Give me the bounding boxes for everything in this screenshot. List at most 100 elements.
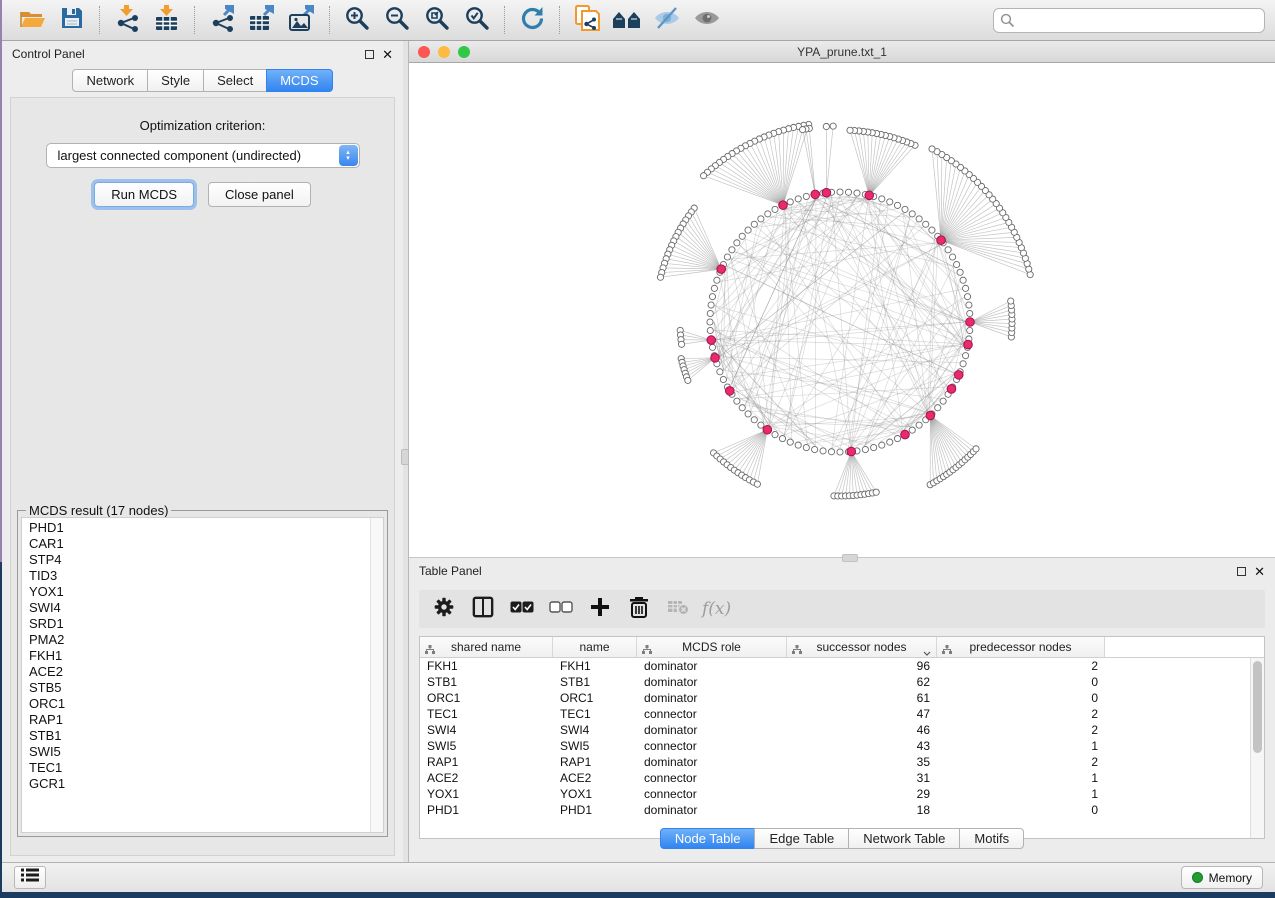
mcds-result-item[interactable]: SRD1 <box>29 616 383 632</box>
refresh-view-button[interactable] <box>512 3 552 37</box>
table-cell[interactable]: 96 <box>787 658 937 674</box>
mcds-result-item[interactable]: STB1 <box>29 728 383 744</box>
mcds-result-item[interactable]: ACE2 <box>29 664 383 680</box>
table-cell[interactable]: 31 <box>787 770 937 786</box>
table-cell[interactable]: RAP1 <box>553 754 637 770</box>
mcds-result-item[interactable]: STP4 <box>29 552 383 568</box>
table-cell[interactable]: 1 <box>937 738 1105 754</box>
tab-style[interactable]: Style <box>147 69 204 92</box>
table-row[interactable]: SWI5SWI5connector431 <box>420 738 1264 754</box>
mcds-result-item[interactable]: FKH1 <box>29 648 383 664</box>
table-cell[interactable]: 62 <box>787 674 937 690</box>
mcds-result-item[interactable]: SWI4 <box>29 600 383 616</box>
table-cell[interactable]: PHD1 <box>420 802 553 818</box>
table-cell[interactable]: 2 <box>937 658 1105 674</box>
open-file-button[interactable] <box>12 3 52 37</box>
table-row[interactable]: ACE2ACE2connector311 <box>420 770 1264 786</box>
table-cell[interactable]: SWI4 <box>420 722 553 738</box>
mcds-result-item[interactable]: SWI5 <box>29 744 383 760</box>
table-cell[interactable]: dominator <box>637 722 787 738</box>
table-cell[interactable]: 29 <box>787 786 937 802</box>
mcds-result-item[interactable]: PHD1 <box>29 520 383 536</box>
table-cell[interactable]: ACE2 <box>420 770 553 786</box>
new-network-from-selection-button[interactable] <box>567 3 607 37</box>
table-cell[interactable]: connector <box>637 770 787 786</box>
horizontal-splitter-handle[interactable] <box>842 554 858 562</box>
column-header-mcds-role[interactable]: MCDS role <box>637 637 787 657</box>
list-scrollbar[interactable] <box>370 518 383 832</box>
table-cell[interactable]: 0 <box>937 674 1105 690</box>
table-cell[interactable]: STB1 <box>420 674 553 690</box>
tab-select[interactable]: Select <box>203 69 267 92</box>
table-cell[interactable]: YOX1 <box>553 786 637 802</box>
table-cell[interactable]: TEC1 <box>553 706 637 722</box>
table-cell[interactable]: TEC1 <box>420 706 553 722</box>
export-network-button[interactable] <box>202 3 242 37</box>
tab-motifs[interactable]: Motifs <box>959 828 1024 849</box>
add-column-button[interactable] <box>585 594 615 624</box>
table-cell[interactable]: 2 <box>937 754 1105 770</box>
table-cell[interactable]: dominator <box>637 690 787 706</box>
hide-selected-button[interactable] <box>647 3 687 37</box>
table-row[interactable]: FKH1FKH1dominator962 <box>420 658 1264 674</box>
table-cell[interactable]: 0 <box>937 690 1105 706</box>
table-cell[interactable]: SWI4 <box>553 722 637 738</box>
table-cell[interactable]: 2 <box>937 706 1105 722</box>
column-header-shared-name[interactable]: shared name <box>420 637 553 657</box>
mcds-result-item[interactable]: TID3 <box>29 568 383 584</box>
tab-edge-table[interactable]: Edge Table <box>754 828 849 849</box>
node-table[interactable]: shared name name MCDS role successor nod… <box>419 636 1265 839</box>
column-header-name[interactable]: name <box>553 637 637 657</box>
show-task-history-button[interactable] <box>14 866 46 889</box>
table-cell[interactable]: 43 <box>787 738 937 754</box>
table-cell[interactable]: 2 <box>937 722 1105 738</box>
first-neighbors-button[interactable] <box>607 3 647 37</box>
float-panel-icon[interactable] <box>1237 567 1246 576</box>
table-cell[interactable]: PHD1 <box>553 802 637 818</box>
save-session-button[interactable] <box>52 3 92 37</box>
table-cell[interactable]: 1 <box>937 786 1105 802</box>
mcds-result-item[interactable]: RAP1 <box>29 712 383 728</box>
table-cell[interactable]: ORC1 <box>420 690 553 706</box>
table-cell[interactable]: 35 <box>787 754 937 770</box>
table-row[interactable]: YOX1YOX1connector291 <box>420 786 1264 802</box>
float-panel-icon[interactable] <box>365 50 374 59</box>
mcds-result-item[interactable]: YOX1 <box>29 584 383 600</box>
column-header-successor-nodes[interactable]: successor nodes <box>787 637 937 657</box>
column-settings-button[interactable] <box>429 594 459 624</box>
table-cell[interactable]: ACE2 <box>553 770 637 786</box>
select-all-rows-button[interactable] <box>507 594 537 624</box>
zoom-in-button[interactable] <box>337 3 377 37</box>
table-cell[interactable]: dominator <box>637 674 787 690</box>
show-all-button[interactable] <box>687 3 727 37</box>
table-cell[interactable]: connector <box>637 786 787 802</box>
table-cell[interactable]: 61 <box>787 690 937 706</box>
table-cell[interactable]: RAP1 <box>420 754 553 770</box>
table-cell[interactable]: 46 <box>787 722 937 738</box>
network-canvas[interactable] <box>409 63 1275 557</box>
tab-network-table[interactable]: Network Table <box>848 828 960 849</box>
import-table-button[interactable] <box>147 3 187 37</box>
table-cell[interactable]: YOX1 <box>420 786 553 802</box>
delete-column-button[interactable] <box>624 594 654 624</box>
zoom-out-button[interactable] <box>377 3 417 37</box>
network-window-titlebar[interactable]: YPA_prune.txt_1 <box>409 41 1275 63</box>
column-header-predecessor-nodes[interactable]: predecessor nodes <box>937 637 1105 657</box>
table-row[interactable]: PHD1PHD1dominator180 <box>420 802 1264 818</box>
table-cell[interactable]: SWI5 <box>420 738 553 754</box>
mcds-result-item[interactable]: ORC1 <box>29 696 383 712</box>
table-cell[interactable]: FKH1 <box>420 658 553 674</box>
close-panel-button[interactable]: Close panel <box>208 182 311 207</box>
search-input[interactable] <box>993 8 1265 33</box>
mcds-result-item[interactable]: STB5 <box>29 680 383 696</box>
close-panel-icon[interactable]: ✕ <box>382 50 393 59</box>
table-cell[interactable]: SWI5 <box>553 738 637 754</box>
zoom-selected-button[interactable] <box>457 3 497 37</box>
zoom-fit-button[interactable] <box>417 3 457 37</box>
table-row[interactable]: ORC1ORC1dominator610 <box>420 690 1264 706</box>
table-cell[interactable]: 18 <box>787 802 937 818</box>
table-row[interactable]: RAP1RAP1dominator352 <box>420 754 1264 770</box>
show-columns-button[interactable] <box>468 594 498 624</box>
table-cell[interactable]: connector <box>637 738 787 754</box>
table-cell[interactable]: 47 <box>787 706 937 722</box>
